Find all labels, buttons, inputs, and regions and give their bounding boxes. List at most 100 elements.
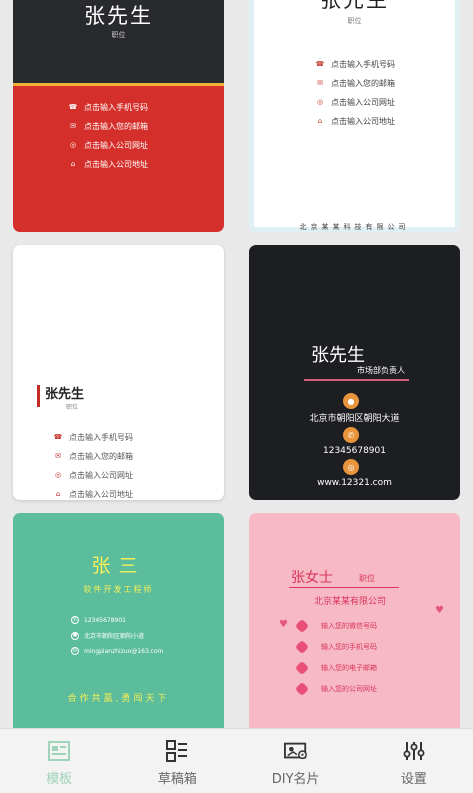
mail-icon: ✉ [71, 647, 79, 655]
card-website: www.12321.com [317, 478, 392, 488]
info-text: 北京市朝阳区朝阳小道 [84, 633, 145, 640]
card-job-title: 软件开发工程师 [83, 585, 154, 594]
info-row-address: ⌂ 点击输入公司地址 [68, 159, 148, 170]
info-row-phone: ☎ 点击输入手机号码 [68, 102, 148, 113]
info-text: 点击输入手机号码 [69, 433, 133, 442]
card-phone: 12345678901 [323, 446, 386, 456]
phone-icon: ☎ [53, 433, 63, 441]
tab-settings[interactable]: 设置 [355, 729, 473, 793]
info-text: 输入您的微信号码 [321, 622, 377, 630]
card-info-list: ☎ 点击输入手机号码 ✉ 点击输入您的邮箱 ◎ 点击输入公司网址 ⌂ 点击输入公司地址 [68, 102, 148, 170]
card-name: 张三 [91, 555, 146, 577]
mail-icon [294, 660, 310, 676]
globe-icon: ◎ [316, 98, 324, 106]
card-info-list: ☎ 点击输入手机号码 ✉ 点击输入您的邮箱 ◎ 点击输入公司网址 ⌂ 点击输入公司地址 [53, 432, 133, 500]
settings-sliders-icon [402, 739, 426, 763]
info-text: 点击输入手机号码 [331, 60, 395, 69]
info-text: 点击输入公司地址 [69, 490, 133, 499]
globe-icon: ◎ [69, 141, 77, 149]
phone-icon [294, 639, 310, 655]
home-icon: ⌂ [55, 490, 61, 498]
tab-label: 设置 [400, 772, 427, 787]
divider [304, 379, 409, 381]
info-row-address: ⌂ 点击输入公司地址 [315, 116, 395, 127]
info-text: 输入您的公司网址 [321, 685, 377, 693]
info-text: mingpianzhizuo@163.com [84, 647, 164, 655]
card-slogan: 合作共赢,勇闯天下 [67, 694, 170, 704]
card-position: 职位 [111, 31, 126, 39]
template-card-pink[interactable]: ♥ ♥ 张女士 职位 北京某某有限公司 输入您的微信号码 输入您的手机号码 输入… [249, 513, 460, 743]
template-card-white-left[interactable]: 张先生 职位 ☎ 点击输入手机号码 ✉ 点击输入您的邮箱 ◎ 点击输入公司网址 ⌂ 点击… [13, 245, 224, 500]
drafts-icon [165, 739, 189, 763]
card-position: 职位 [347, 17, 362, 25]
template-card-green[interactable]: 张三 软件开发工程师 ✆ 12345678901 ● 北京市朝阳区朝阳小道 ✉ min… [13, 513, 224, 743]
info-text: 点击输入公司地址 [84, 160, 148, 169]
phone-icon: ✆ [343, 427, 359, 443]
card-position: 职位 [359, 574, 375, 583]
template-card-white-blue[interactable]: 张先生 职位 ☎ 点击输入手机号码 ✉ 点击输入您的邮箱 ◎ 点击输入公司网址 ⌂ 点击… [249, 0, 460, 232]
info-row-email: ✉ 点击输入您的邮箱 [68, 121, 148, 132]
card-title: 市场部负责人 [357, 366, 405, 375]
info-text: 点击输入您的邮箱 [69, 452, 133, 461]
info-row-address: ⌂ 点击输入公司地址 [53, 489, 133, 500]
card-company: 北京某某科技有限公司 [299, 223, 410, 231]
info-text: 12345678901 [84, 616, 126, 624]
info-row-web: ◎ 点击输入公司网址 [315, 97, 395, 108]
tab-label: DIY名片 [271, 772, 320, 787]
tab-templates[interactable]: 模板 [0, 729, 118, 793]
info-text: 点击输入公司网址 [69, 471, 133, 480]
location-icon: ● [343, 393, 359, 409]
globe-icon: ◎ [343, 459, 359, 475]
info-row-phone: ☎ 点击输入手机号码 [53, 432, 133, 443]
tab-diy-card[interactable]: DIY名片 [237, 729, 355, 793]
info-row-email: ✉ 点击输入您的邮箱 [315, 78, 395, 89]
template-icon [47, 739, 71, 763]
phone-icon: ☎ [68, 103, 78, 111]
card-name: 张女士 [291, 570, 333, 586]
info-row-web: ◎ 点击输入公司网址 [53, 470, 133, 481]
card-info-list: ✆ 12345678901 ● 北京市朝阳区朝阳小道 ✉ mingpianzhizuo… [71, 616, 164, 655]
globe-icon [294, 681, 310, 697]
card-name: 张先生 [311, 345, 365, 366]
info-text: 点击输入您的邮箱 [331, 79, 395, 88]
diy-card-icon [283, 739, 308, 763]
phone-icon: ☎ [315, 60, 325, 68]
info-row-email: 输入您的电子邮箱 [294, 660, 377, 676]
info-row-phone: ✆ 12345678901 [71, 616, 164, 624]
template-card-red[interactable]: 张先生 职位 ☎ 点击输入手机号码 ✉ 点击输入您的邮箱 ◎ 点击输入公司网址 ⌂ 点击… [13, 0, 224, 232]
heart-icon: ♥ [435, 605, 444, 616]
phone-icon: ✆ [71, 616, 79, 624]
heart-icon: ♥ [279, 619, 288, 630]
info-text: 点击输入公司地址 [331, 117, 395, 126]
home-icon: ⌂ [317, 117, 323, 125]
tab-label: 草稿箱 [157, 772, 197, 787]
location-icon: ● [71, 631, 79, 640]
mail-icon: ✉ [317, 79, 323, 87]
mail-icon: ✉ [55, 452, 61, 460]
card-name: 张先生 [45, 387, 85, 402]
accent-bar [37, 385, 40, 407]
info-text: 点击输入手机号码 [84, 103, 148, 112]
info-text: 点击输入您的邮箱 [84, 122, 148, 131]
globe-icon: ◎ [54, 471, 62, 479]
info-row-address: ● 北京市朝阳区朝阳小道 [71, 631, 164, 640]
info-row-wechat: 输入您的微信号码 [294, 618, 377, 634]
info-row-web: ◎ 点击输入公司网址 [68, 140, 148, 151]
info-row-web: 输入您的公司网址 [294, 681, 377, 697]
card-name: 张先生 [320, 0, 389, 12]
card-info-list: ☎ 点击输入手机号码 ✉ 点击输入您的邮箱 ◎ 点击输入公司网址 ⌂ 点击输入公司地址 [315, 59, 395, 127]
info-text: 点击输入公司网址 [331, 98, 395, 107]
mail-icon: ✉ [70, 122, 76, 130]
card-position: 职位 [66, 404, 79, 411]
tab-label: 模板 [46, 772, 73, 787]
card-name: 张先生 [84, 4, 153, 28]
card-address: 北京市朝阳区朝阳大道 [309, 414, 400, 424]
template-card-dark[interactable]: 张先生 市场部负责人 ● 北京市朝阳区朝阳大道 ✆ 12345678901 ◎ … [249, 245, 460, 500]
info-text: 点击输入公司网址 [84, 141, 148, 150]
bottom-navigation: 模板 草稿箱 DIY名片 设置 [0, 728, 473, 793]
card-company: 北京某某有限公司 [314, 597, 387, 607]
info-row-email: ✉ 点击输入您的邮箱 [53, 451, 133, 462]
info-text: 输入您的手机号码 [321, 643, 377, 651]
tab-drafts[interactable]: 草稿箱 [118, 729, 236, 793]
info-row-phone: ☎ 点击输入手机号码 [315, 59, 395, 70]
